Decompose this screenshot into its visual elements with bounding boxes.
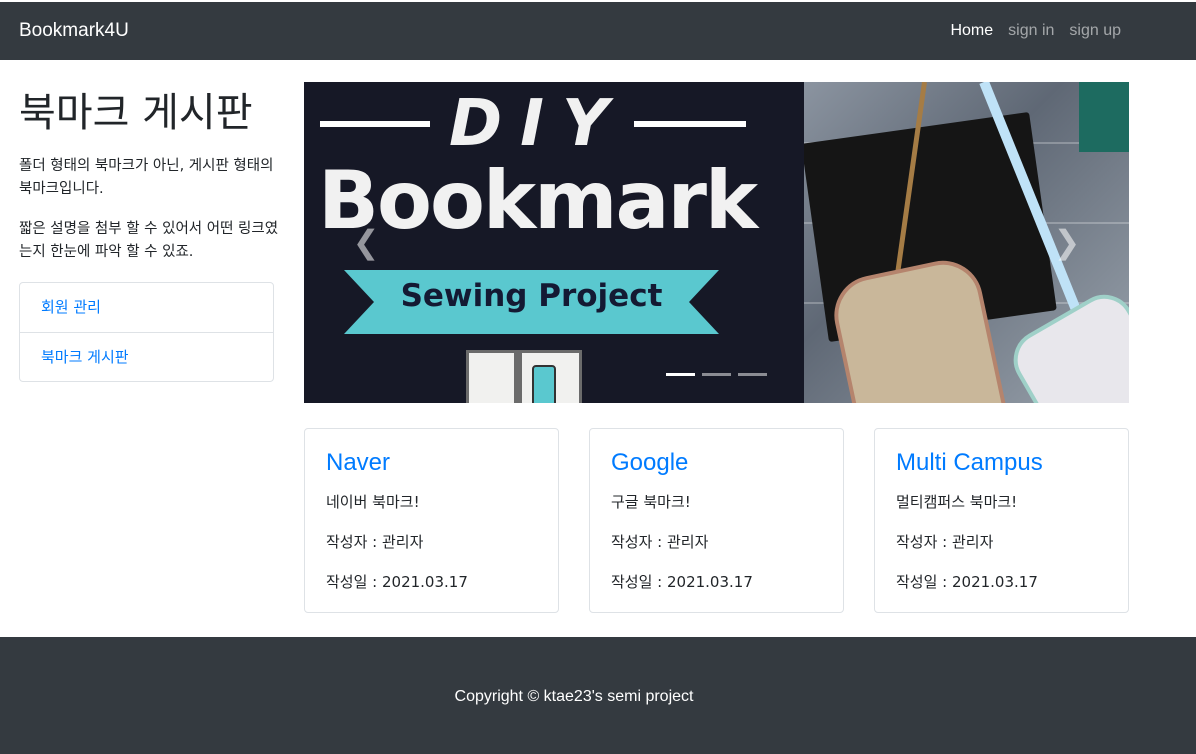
card-author: 작성자 : 관리자 xyxy=(611,533,709,551)
card-description: 멀티캠퍼스 북마크! xyxy=(896,493,1018,511)
decorative-line-left xyxy=(320,121,430,127)
page-footer: Copyright © ktae23's semi project xyxy=(0,637,1196,754)
carousel-indicator[interactable] xyxy=(738,373,767,376)
bookmark-card: Multi Campus 멀티캠퍼스 북마크! 작성자 : 관리자 작성일 : … xyxy=(874,428,1129,613)
card-title-link[interactable]: Naver xyxy=(326,449,390,477)
card-date: 작성일 : 2021.03.17 xyxy=(611,573,753,591)
page-title: 북마크 게시판 xyxy=(19,90,253,136)
book-illustration xyxy=(466,350,582,403)
card-title-link[interactable]: Google xyxy=(611,449,688,477)
card-title-link[interactable]: Multi Campus xyxy=(896,449,1043,477)
card-author: 작성자 : 관리자 xyxy=(326,533,424,551)
carousel-indicator[interactable] xyxy=(666,373,695,376)
image-carousel: DIY Bookmark Sewing Project ❮ ❯ xyxy=(304,82,1129,403)
sidebar-item-bookmark-board[interactable]: 북마크 게시판 xyxy=(20,332,273,381)
sidebar-item-member-management[interactable]: 회원 관리 xyxy=(20,283,273,332)
intro-paragraph: 폴더 형태의 북마크가 아닌, 게시판 형태의 북마크입니다. xyxy=(19,158,274,197)
nav-home-link[interactable]: Home xyxy=(950,22,993,40)
brand-link[interactable]: Bookmark4U xyxy=(19,20,129,42)
bookmark-card: Google 구글 북마크! 작성자 : 관리자 작성일 : 2021.03.1… xyxy=(589,428,844,613)
carousel-indicator[interactable] xyxy=(702,373,731,376)
decorative-line-right xyxy=(634,121,746,127)
book-spine-illustration xyxy=(514,350,522,403)
bookmark-tag-illustration xyxy=(532,365,556,403)
description-paragraph: 짧은 설명을 첨부 할 수 있어서 어떤 링크였는지 한눈에 파악 할 수 있죠… xyxy=(19,221,279,260)
bookmark-card: Naver 네이버 북마크! 작성자 : 관리자 작성일 : 2021.03.1… xyxy=(304,428,559,613)
sidebar-menu: 회원 관리 북마크 게시판 xyxy=(19,282,274,382)
card-author: 작성자 : 관리자 xyxy=(896,533,994,551)
carousel-next-icon[interactable]: ❯ xyxy=(1052,222,1082,262)
carousel-prev-icon[interactable]: ❮ xyxy=(351,222,381,262)
card-description: 구글 북마크! xyxy=(611,493,691,511)
photo-teal-book xyxy=(1079,82,1129,152)
nav-sign-up-link[interactable]: sign up xyxy=(1069,22,1121,40)
card-date: 작성일 : 2021.03.17 xyxy=(896,573,1038,591)
card-description: 네이버 북마크! xyxy=(326,493,420,511)
nav-sign-in-link[interactable]: sign in xyxy=(1008,22,1054,40)
card-date: 작성일 : 2021.03.17 xyxy=(326,573,468,591)
slide-heading-bookmark: Bookmark xyxy=(318,154,758,247)
slide-banner-text: Sewing Project xyxy=(400,278,663,314)
slide-heading-diy: DIY xyxy=(449,87,627,161)
nav-links: Home sign in sign up xyxy=(950,22,1121,40)
carousel-indicators xyxy=(666,373,767,376)
copyright-text: Copyright © ktae23's semi project xyxy=(454,688,694,705)
top-navbar: Bookmark4U Home sign in sign up xyxy=(0,0,1196,60)
